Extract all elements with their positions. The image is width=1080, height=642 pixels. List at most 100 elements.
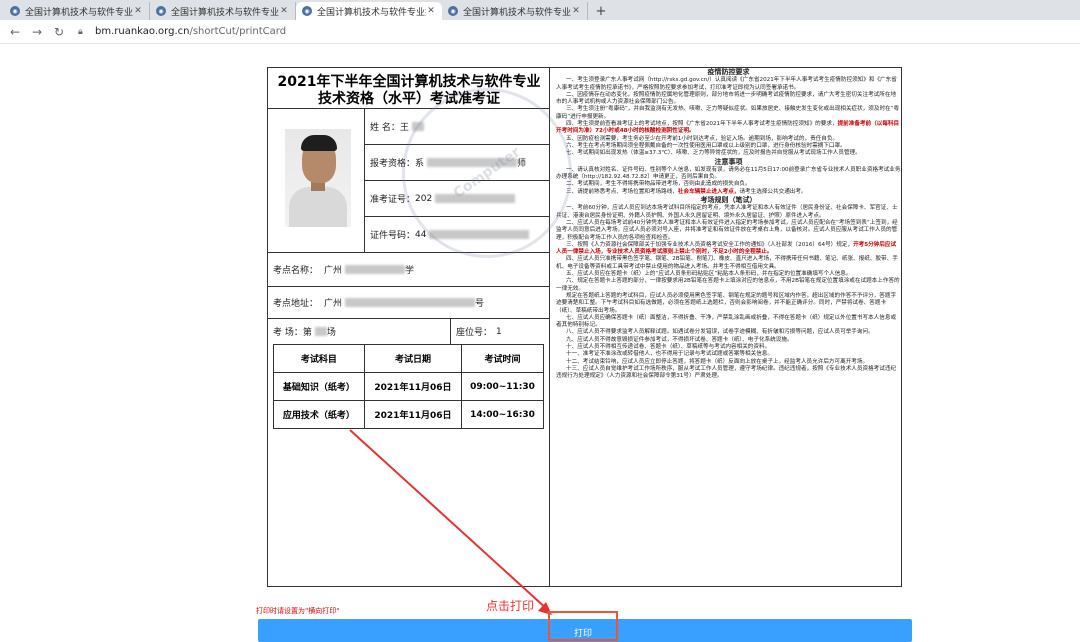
page-content: 2021年下半年全国计算机技术与软件专业技术资格（水平）考试准考证 姓 名： 王… <box>0 45 1080 642</box>
table-header: 考试日期 <box>363 344 463 373</box>
notice-text: 三、按照《人力资源社会保障部关于加强专业技术人员资格考试安全工作的通知》（人社部… <box>566 241 854 248</box>
lock-icon: 🔒︎ <box>78 27 83 37</box>
site-address-row: 考点地址： 广州 号 <box>268 286 550 318</box>
admission-value: 202 <box>415 193 433 204</box>
qualification-value: 系 <box>415 159 425 169</box>
close-tab-icon[interactable]: ✕ <box>279 6 289 16</box>
time-cell: 14:00~16:30 <box>461 400 544 429</box>
name-value: 王 <box>399 123 409 133</box>
card-title: 2021年下半年全国计算机技术与软件专业技术资格（水平）考试准考证 <box>277 74 541 107</box>
notice-text: 三、请提前熟悉考点、考场位置和考场路线， <box>566 188 678 195</box>
url-domain: bm.ruankao.org.cn <box>95 26 190 37</box>
notice-text: 请考生选择公共交通出考。 <box>739 188 807 195</box>
date-cell: 2021年11月06日 <box>363 400 463 429</box>
time-cell: 09:00~11:30 <box>461 372 544 401</box>
redacted-block <box>345 298 476 307</box>
site-favicon-icon: ◉ <box>10 6 20 16</box>
table-header: 考试科目 <box>273 344 365 373</box>
admission-number-row: 准考证号： 202 <box>365 180 550 216</box>
subject-cell: 应用技术（纸考） <box>273 400 365 429</box>
notice-paragraph: 七、应试人员应确保答题卡（纸）面整洁，不得折叠、干净，严禁乱涂乱画或折叠，不得在… <box>556 314 897 329</box>
notice-heading: 注意事项 <box>714 157 743 166</box>
room-value: 第 <box>302 328 312 338</box>
notice-paragraph: 三、请提前熟悉考点、考场位置和考场路线，社会车辆禁止进入考点，请考生选择公共交通… <box>556 189 901 196</box>
name-row: 姓 名： 王 <box>365 108 550 144</box>
url-path: /shortCut/printCard <box>189 26 287 37</box>
id-value: 44 <box>415 229 427 240</box>
qualification-row: 报考资格： 系 师 <box>365 144 550 180</box>
notice-paragraph: 七、考试期间如出现发热（体温≥37.3℃）、咳嗽、乏力等异常症状的，应及时报告并… <box>566 150 861 157</box>
room-label: 考 场： <box>273 328 303 338</box>
qualification-tail: 师 <box>517 159 527 169</box>
notice-paragraph: 规定在答题纸上答题的考试科目，应试人员必须使用黑色签字笔、钢笔在规定的题号和区域… <box>556 292 897 314</box>
redacted-block <box>345 265 406 274</box>
admission-card-info: 2021年下半年全国计算机技术与软件专业技术资格（水平）考试准考证 姓 名： 王… <box>268 68 550 586</box>
back-arrow-icon[interactable]: ← <box>6 23 24 41</box>
date-cell: 2021年11月06日 <box>363 372 463 401</box>
redacted-block <box>314 327 327 336</box>
table-row: 基础知识（纸考） 2021年11月06日 09:00~11:30 <box>273 372 544 401</box>
notice-paragraph: 二、应试人员在每场考试前40分钟凭本人准考证和本人有效证件进入指定的考场参加考试… <box>556 219 898 241</box>
reload-icon[interactable]: ↻ <box>50 23 68 41</box>
redacted-block <box>411 122 424 131</box>
tab-title: 全国计算机技术与软件专业技术 <box>171 7 279 18</box>
address-bar[interactable]: 🔒︎ bm.ruankao.org.cn/shortCut/printCard <box>78 26 286 37</box>
table-header: 考试时间 <box>461 344 544 373</box>
notice-paragraph: 一、考前60分钟，应试人员应到达本场考试科目所指定的考点，凭本人准考证和本人有效… <box>556 205 898 219</box>
browser-tab[interactable]: ◉ 全国计算机技术与软件专业技术 ✕ <box>150 2 296 20</box>
admission-card: 2021年下半年全国计算机技术与软件专业技术资格（水平）考试准考证 姓 名： 王… <box>267 54 902 587</box>
notice-paragraph: 九、应试人员不得故意毁损证件参加考试，不得损坏试卷、答题卡（纸）、电子化系统设施… <box>566 336 793 343</box>
room-seat-row: 考 场： 第 场 座位号： 1 <box>268 318 550 345</box>
candidate-photo <box>285 129 351 227</box>
notice-heading: 疫情防控要求 <box>707 68 750 76</box>
browser-tab[interactable]: ◉ 全国计算机技术与软件专业技术 ✕ <box>442 2 588 20</box>
redacted-block <box>429 230 530 239</box>
notice-paragraph: 四、考生须提前查看准考证上的考试地点，按照《广东省2021年下半年人事考试考生疫… <box>556 121 901 136</box>
subject-cell: 基础知识（纸考） <box>273 372 365 401</box>
print-button[interactable]: 打印 <box>548 611 618 641</box>
browser-toolbar: ← → ↻ 🔒︎ bm.ruankao.org.cn/shortCut/prin… <box>0 20 1080 44</box>
new-tab-button[interactable]: + <box>592 2 610 20</box>
site-name-tail: 学 <box>405 266 415 276</box>
site-favicon-icon: ◉ <box>302 6 312 16</box>
seat-value: 1 <box>496 326 502 337</box>
name-label: 姓 名： <box>370 123 400 133</box>
admission-label: 准考证号： <box>370 195 416 205</box>
forward-arrow-icon[interactable]: → <box>28 23 46 41</box>
site-name-value: 广州 <box>324 266 343 276</box>
notice-paragraph: 一、考生须登录广东人事考试网（http://rsks.gd.gov.cn/）认真… <box>556 77 897 91</box>
redacted-block <box>427 158 518 167</box>
tab-title: 全国计算机技术与软件专业技术 <box>317 7 426 18</box>
qualification-label: 报考资格： <box>370 159 416 169</box>
site-favicon-icon: ◉ <box>156 6 166 16</box>
close-tab-icon[interactable]: ✕ <box>426 6 436 16</box>
site-address-label: 考点地址： <box>273 299 319 309</box>
browser-tab-strip: ◉ 全国计算机技术与软件专业技术 ✕ ◉ 全国计算机技术与软件专业技术 ✕ ◉ … <box>0 0 1080 20</box>
notice-text: 四、考生须提前查看准考证上的考试地点，按照《广东省2021年下半年人事考试考生疫… <box>566 121 838 128</box>
site-address-tail: 号 <box>475 299 485 309</box>
browser-tab[interactable]: ◉ 全国计算机技术与软件专业技术 ✕ <box>4 2 150 20</box>
notice-paragraph: 六、规定在答题卡上答题的部分，一律按要求用2B铅笔在答题卡上填涂对应的信息点，不… <box>556 278 900 292</box>
table-header-row: 考试科目 考试日期 考试时间 <box>273 344 544 373</box>
close-tab-icon[interactable]: ✕ <box>133 6 143 16</box>
id-label: 证件号码： <box>370 231 416 241</box>
photo-cell <box>268 108 365 252</box>
notice-paragraph: 十三、应试人员自觉维护考试工作场所秩序，服从考试工作人员管理，遵守考场纪律。违纪… <box>556 365 897 380</box>
notice-paragraph: 八、应试人员不得要求监考人员解释试题。如遇试卷分发错误，试卷字迹模糊、有折皱和污… <box>566 329 874 336</box>
notice-paragraph: 二、考试期间，考生不得将携带物品带进考场，否则由此造成的损失自负。 <box>566 181 751 188</box>
divider <box>450 319 451 345</box>
notice-heading: 考场规则（笔试） <box>700 196 757 205</box>
site-name-label: 考点名称： <box>273 266 319 276</box>
close-tab-icon[interactable]: ✕ <box>571 6 581 16</box>
print-orientation-note: 打印时请设置为"横向打印" <box>256 607 340 615</box>
room-tail: 场 <box>326 328 336 338</box>
tab-title: 全国计算机技术与软件专业技术 <box>463 7 571 18</box>
click-to-print-annotation: 点击打印 <box>486 599 535 613</box>
seat-label: 座位号： <box>456 328 493 338</box>
site-address-value: 广州 <box>324 299 343 309</box>
notice-paragraph: 三、考生须注册“粤康码”，并自我监测有无发热、咳嗽、乏力等疑似症状。如果旅居史、… <box>556 106 900 120</box>
browser-tab-active[interactable]: ◉ 全国计算机技术与软件专业技术 ✕ <box>296 2 442 20</box>
notice-paragraph: 十一、准考证不准涂改或转借他人，也不得用于记录与考试试题或答案等相关信息。 <box>566 351 773 358</box>
notice-paragraph: 一、请认真核对姓名、证件号码、性别等个人信息，如发现有误，请务必在11月5日17… <box>556 166 901 181</box>
notice-paragraph: 十二、考试结束铃响，应试人员应立即停止答题，将答题卡（纸）反面向上放在桌子上，经… <box>566 358 869 365</box>
